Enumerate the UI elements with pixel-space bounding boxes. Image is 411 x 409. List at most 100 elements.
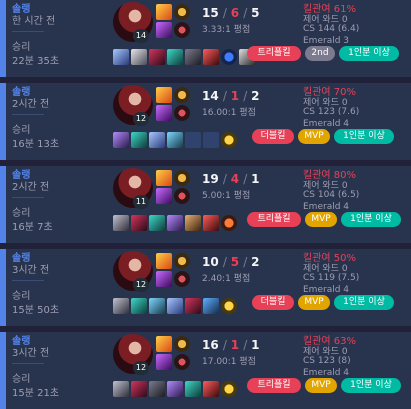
performance-badge: 1인분 이상 <box>341 212 401 227</box>
secondary-rune-icon[interactable] <box>174 271 190 287</box>
match-duration: 15분 21초 <box>12 388 60 399</box>
multikill-badge: 트리플킬 <box>247 378 301 393</box>
item-icon[interactable] <box>113 298 129 314</box>
rank: Emerald 4 <box>303 119 350 129</box>
time-ago: 2시간 전 <box>12 99 50 110</box>
divider <box>12 114 44 115</box>
match-card[interactable]: 솔랭 한 시간 전 승리 22분 35초 14 15 / 6 / 5 3.33:… <box>0 0 411 77</box>
secondary-rune-icon[interactable] <box>174 22 190 38</box>
deaths: 5 <box>230 255 240 269</box>
keystone-rune-icon[interactable] <box>174 4 190 20</box>
flash-spell-icon[interactable] <box>156 4 172 20</box>
item-icon[interactable] <box>113 381 129 397</box>
item-icon[interactable] <box>167 215 183 231</box>
kda-ratio: 5.00:1 평점 <box>202 191 251 201</box>
item-icon[interactable] <box>131 215 147 231</box>
ward-icon[interactable] <box>221 132 237 148</box>
ignite-spell-icon[interactable] <box>156 188 172 204</box>
item-icon[interactable] <box>203 49 219 65</box>
divider <box>12 280 44 281</box>
kills: 16 <box>202 338 219 352</box>
item-icon[interactable] <box>149 381 165 397</box>
cs: CS 123 (7.6) <box>303 107 360 117</box>
keystone-rune-icon[interactable] <box>174 253 190 269</box>
divider <box>12 363 44 364</box>
kda-ratio: 17.00:1 평점 <box>202 357 256 367</box>
item-icon[interactable] <box>113 49 129 65</box>
item-icon[interactable] <box>131 381 147 397</box>
item-icon[interactable] <box>149 132 165 148</box>
time-ago: 2시간 전 <box>12 182 50 193</box>
ignite-spell-icon[interactable] <box>156 271 172 287</box>
assists: 1 <box>251 338 260 352</box>
item-icon[interactable] <box>131 132 147 148</box>
item-icon[interactable] <box>113 215 129 231</box>
item-icon[interactable] <box>203 381 219 397</box>
kda-ratio: 2.40:1 평점 <box>202 274 251 284</box>
match-duration: 15분 50초 <box>12 305 60 316</box>
cs: CS 123 (8) <box>303 356 351 366</box>
keystone-rune-icon[interactable] <box>174 87 190 103</box>
item-icon[interactable] <box>203 215 219 231</box>
ignite-spell-icon[interactable] <box>156 354 172 370</box>
ward-icon[interactable] <box>221 298 237 314</box>
item-icon[interactable] <box>149 215 165 231</box>
match-card[interactable]: 솔랭 2시간 전 승리 16분 7초 11 19 / 4 / 1 5.00:1 … <box>0 166 411 243</box>
item-icon[interactable] <box>131 298 147 314</box>
flash-spell-icon[interactable] <box>156 336 172 352</box>
item-icon[interactable] <box>185 298 201 314</box>
match-result: 승리 <box>12 374 31 385</box>
secondary-rune-icon[interactable] <box>174 105 190 121</box>
keystone-rune-icon[interactable] <box>174 170 190 186</box>
item-icon[interactable] <box>203 298 219 314</box>
rank: Emerald 4 <box>303 368 350 378</box>
match-result: 승리 <box>12 291 31 302</box>
ward-icon[interactable] <box>221 381 237 397</box>
secondary-rune-icon[interactable] <box>174 188 190 204</box>
item-icon[interactable] <box>149 298 165 314</box>
assists: 5 <box>251 6 260 20</box>
item-icon[interactable] <box>131 49 147 65</box>
match-card[interactable]: 솔랭 3시간 전 승리 15분 21초 12 16 / 1 / 1 17.00:… <box>0 332 411 409</box>
ignite-spell-icon[interactable] <box>156 22 172 38</box>
item-icon[interactable] <box>185 381 201 397</box>
ward-icon[interactable] <box>221 215 237 231</box>
match-history-list: 솔랭 한 시간 전 승리 22분 35초 14 15 / 6 / 5 3.33:… <box>0 0 411 409</box>
champion-level: 11 <box>133 195 149 209</box>
multikill-badge: 더블킬 <box>252 295 294 310</box>
match-duration: 16분 13초 <box>12 139 60 150</box>
flash-spell-icon[interactable] <box>156 253 172 269</box>
item-icon[interactable] <box>185 215 201 231</box>
flash-spell-icon[interactable] <box>156 170 172 186</box>
match-card[interactable]: 솔랭 3시간 전 승리 15분 50초 12 10 / 5 / 2 2.40:1… <box>0 249 411 326</box>
item-icon[interactable] <box>167 49 183 65</box>
assists: 2 <box>251 89 260 103</box>
match-result: 승리 <box>12 125 31 136</box>
mvp-badge: MVP <box>298 129 330 144</box>
time-ago: 3시간 전 <box>12 348 50 359</box>
ignite-spell-icon[interactable] <box>156 105 172 121</box>
item-icon[interactable] <box>167 132 183 148</box>
rank: Emerald 4 <box>303 202 350 212</box>
item-icon[interactable] <box>167 381 183 397</box>
keystone-rune-icon[interactable] <box>174 336 190 352</box>
item-icon[interactable] <box>167 298 183 314</box>
match-result: 승리 <box>12 208 31 219</box>
match-card[interactable]: 솔랭 2시간 전 승리 16분 13초 12 14 / 1 / 2 16.00:… <box>0 83 411 160</box>
kda: 16 / 1 / 1 <box>202 338 260 352</box>
champion-level: 12 <box>133 278 149 292</box>
item-icon[interactable] <box>113 132 129 148</box>
deaths: 1 <box>230 338 240 352</box>
mvp-badge: MVP <box>305 378 337 393</box>
rank: Emerald 3 <box>303 36 350 46</box>
match-duration: 22분 35초 <box>12 56 60 67</box>
flash-spell-icon[interactable] <box>156 87 172 103</box>
item-icon[interactable] <box>149 49 165 65</box>
secondary-rune-icon[interactable] <box>174 354 190 370</box>
multikill-badge: 트리플킬 <box>247 212 301 227</box>
rank: Emerald 4 <box>303 285 350 295</box>
ward-icon[interactable] <box>221 49 237 65</box>
item-icon[interactable] <box>185 49 201 65</box>
performance-badge: 1인분 이상 <box>341 378 401 393</box>
champion-level: 14 <box>133 29 149 43</box>
